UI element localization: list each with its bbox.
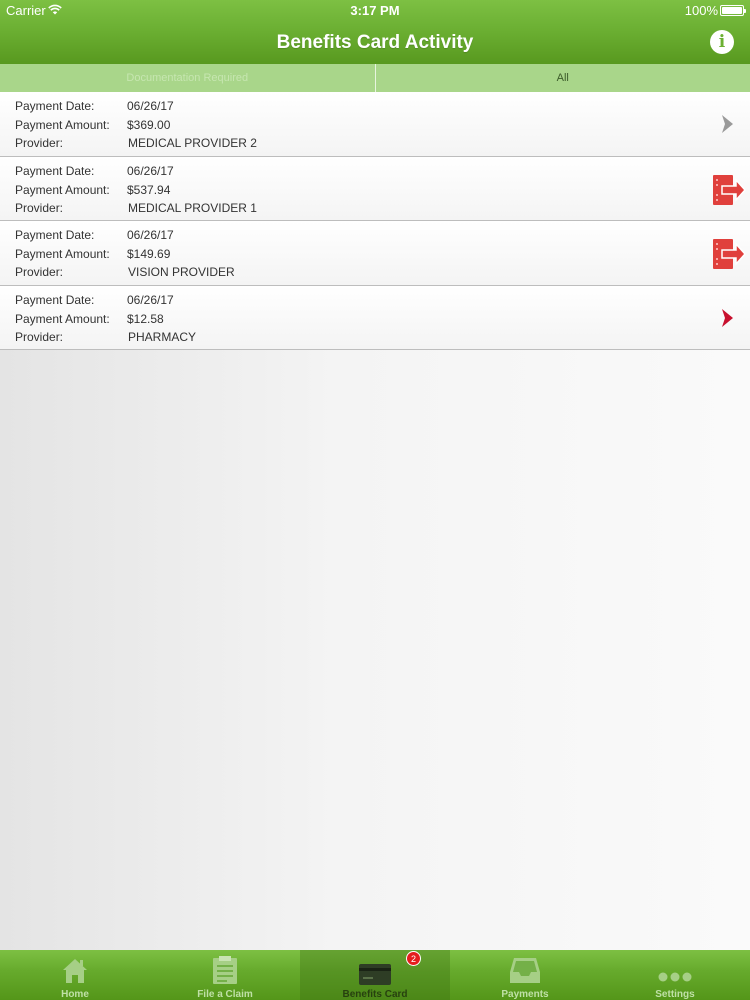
provider-value: VISION PROVIDER <box>128 265 235 279</box>
provider-value: MEDICAL PROVIDER 2 <box>128 136 257 150</box>
page-title: Benefits Card Activity <box>276 32 474 53</box>
filter-segmented-control: Documentation Required All <box>0 64 750 92</box>
payment-amount-value: $149.69 <box>127 247 171 261</box>
payment-amount-label: Payment Amount: <box>15 311 110 326</box>
more-dots-icon <box>658 972 692 982</box>
tab-benefits-card-label: Benefits Card <box>342 989 408 1000</box>
notification-badge: 2 <box>406 951 421 966</box>
payment-amount-value: $12.58 <box>127 311 164 326</box>
tab-home[interactable]: Home <box>0 950 150 1000</box>
payment-date-label: Payment Date: <box>15 292 95 307</box>
transaction-list: Payment Date: 06/26/17 Payment Amount: $36… <box>0 92 750 350</box>
battery-percent: 100% <box>684 3 718 18</box>
chevron-right-gray-icon <box>722 115 733 133</box>
home-icon <box>63 959 87 983</box>
tab-file-a-claim[interactable]: File a Claim <box>150 950 300 1000</box>
chevron-right-red-icon <box>722 308 733 327</box>
provider-label: Provider: <box>15 200 64 215</box>
tab-payments[interactable]: Payments <box>450 950 600 1000</box>
payment-amount-label: Payment Amount: <box>15 247 110 261</box>
payment-date-value: 06/26/17 <box>127 228 174 242</box>
tab-settings-label: Settings <box>655 989 695 1000</box>
provider-label: Provider: <box>15 136 64 150</box>
transaction-row[interactable]: Payment Date: 06/26/17 Payment Amount: $36… <box>0 92 750 157</box>
card-icon <box>359 964 391 985</box>
provider-label: Provider: <box>15 329 64 344</box>
payment-amount-value: $537.94 <box>127 182 171 197</box>
payment-date-value: 06/26/17 <box>127 292 174 307</box>
provider-label: Provider: <box>15 265 64 279</box>
tab-file-a-claim-label: File a Claim <box>197 989 253 1000</box>
info-icon: i <box>718 32 726 52</box>
payment-amount-label: Payment Amount: <box>15 182 110 197</box>
transaction-row[interactable]: Payment Date: 06/26/17 Payment Amount: $53… <box>0 156 750 221</box>
payment-date-label: Payment Date: <box>15 228 95 242</box>
provider-value: MEDICAL PROVIDER 1 <box>128 200 257 215</box>
info-button[interactable]: i <box>710 30 734 54</box>
payment-amount-value: $369.00 <box>127 118 171 132</box>
claim-form-icon <box>213 956 237 984</box>
document-required-icon[interactable] <box>712 238 746 270</box>
tab-all[interactable]: All <box>376 64 750 92</box>
transaction-row[interactable]: Payment Date: 06/26/17 Payment Amount: $14… <box>0 221 750 286</box>
payment-amount-label: Payment Amount: <box>15 118 110 132</box>
document-required-icon[interactable] <box>712 174 746 206</box>
provider-value: PHARMACY <box>128 329 197 344</box>
payment-date-label: Payment Date: <box>15 163 95 178</box>
tab-bar: Home File a Claim 2 Benefits Card Paymen… <box>0 950 750 1000</box>
payment-date-value: 06/26/17 <box>127 99 174 113</box>
battery-icon <box>720 5 746 16</box>
payment-date-value: 06/26/17 <box>127 163 174 178</box>
header-bar: Carrier 3:17 PM 100% Benefits Card Activ… <box>0 0 750 64</box>
tab-home-label: Home <box>61 989 89 1000</box>
tab-settings[interactable]: Settings <box>600 950 750 1000</box>
tab-documentation-required[interactable]: Documentation Required <box>0 64 376 92</box>
status-time: 3:17 PM <box>350 3 400 18</box>
status-bar: Carrier 3:17 PM 100% <box>0 0 750 20</box>
payment-date-label: Payment Date: <box>15 99 95 113</box>
transaction-row[interactable]: Payment Date: 06/26/17 Payment Amount: $12… <box>0 285 750 350</box>
tab-benefits-card[interactable]: 2 Benefits Card <box>300 950 450 1000</box>
tab-payments-label: Payments <box>501 989 549 1000</box>
inbox-icon <box>510 958 540 983</box>
